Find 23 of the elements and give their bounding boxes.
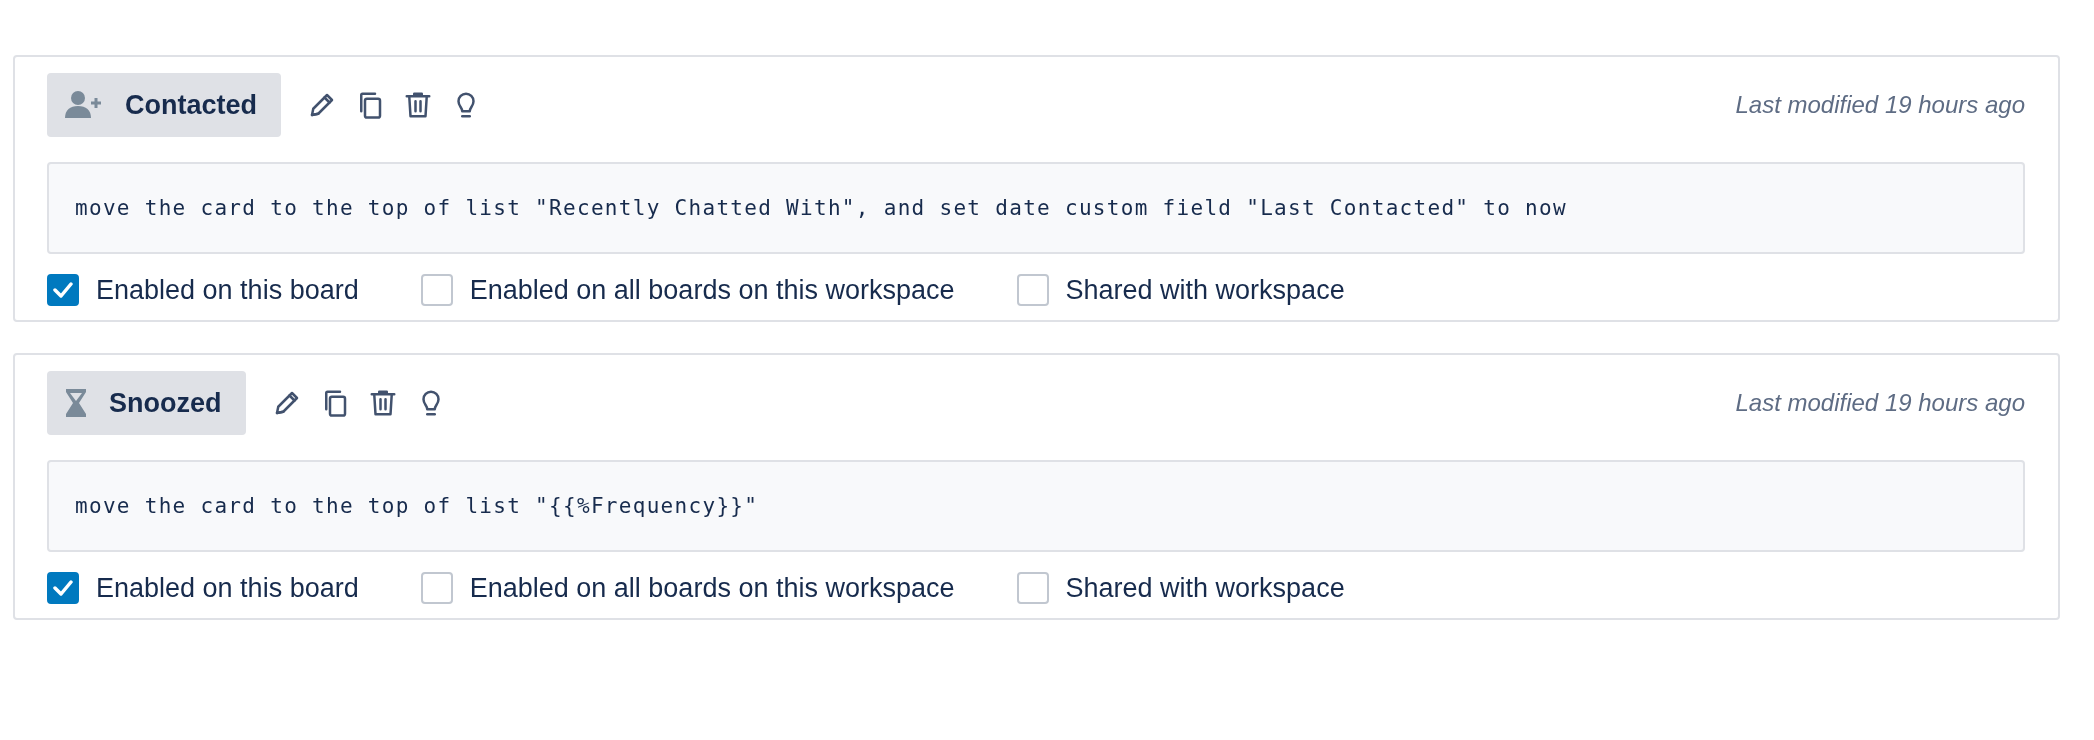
- checkbox-label: Shared with workspace: [1065, 274, 1345, 306]
- checkbox[interactable]: [420, 274, 453, 306]
- hourglass-icon: [65, 388, 87, 418]
- person-plus-icon: [65, 90, 103, 120]
- checkbox[interactable]: [47, 274, 79, 306]
- checkmark-icon: [53, 282, 73, 298]
- checkbox[interactable]: [1016, 274, 1049, 306]
- checkbox[interactable]: [47, 572, 79, 604]
- command-text: move the card to the top of list "{{%Frequency}}": [47, 460, 2025, 552]
- command-text: move the card to the top of list "Recently Chatted With", and set date custom field "Last Contacted" to now: [47, 162, 2025, 254]
- checkmark-icon: [53, 580, 73, 596]
- last-modified-text: Last modified 19 hours ago: [1735, 389, 2025, 417]
- checkbox-label: Enabled on all boards on this workspace: [469, 572, 955, 604]
- checkbox[interactable]: [420, 572, 453, 604]
- last-modified-text: Last modified 19 hours ago: [1735, 91, 2025, 119]
- checkbox-label: Enabled on all boards on this workspace: [469, 274, 955, 306]
- checkbox-label: Enabled on this board: [96, 274, 359, 306]
- checkbox[interactable]: [1016, 572, 1049, 604]
- checkbox-label: Enabled on this board: [96, 572, 359, 604]
- trash-icon: [403, 90, 433, 120]
- board-button[interactable]: Snoozed: [47, 371, 246, 435]
- checkbox-label: Shared with workspace: [1065, 572, 1345, 604]
- board-button[interactable]: Contacted: [47, 73, 281, 137]
